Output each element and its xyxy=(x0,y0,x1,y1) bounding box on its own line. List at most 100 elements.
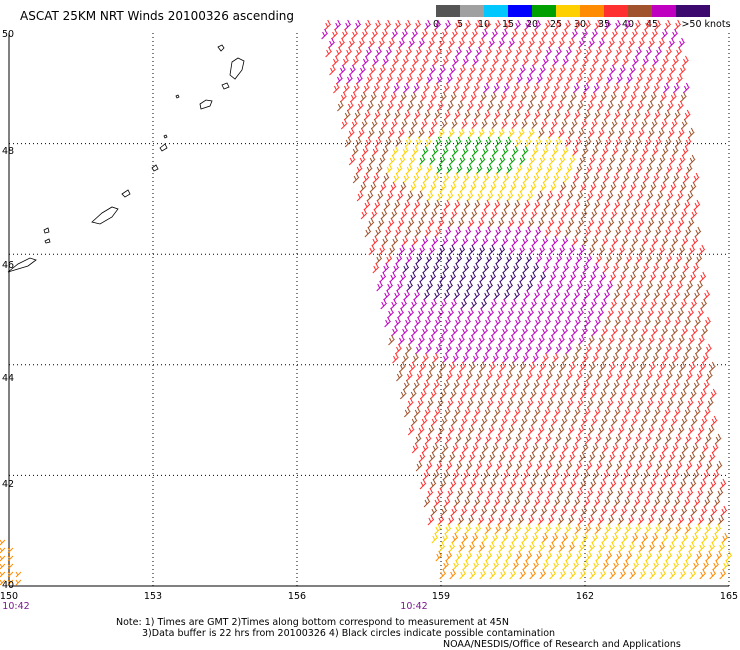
wind-barb xyxy=(337,100,344,112)
wind-barb xyxy=(498,451,506,463)
wind-barb xyxy=(684,523,692,535)
wind-barb xyxy=(507,217,515,229)
wind-barb xyxy=(662,262,670,274)
wind-barb xyxy=(669,361,676,373)
wind-barb xyxy=(435,253,443,265)
wind-barb xyxy=(563,379,570,391)
wind-barb xyxy=(631,235,639,247)
wind-barb xyxy=(717,514,725,526)
wind-barb xyxy=(521,28,528,40)
wind-barb xyxy=(672,559,680,571)
wind-barb xyxy=(674,136,682,148)
wind-barb xyxy=(473,496,481,508)
wind-barb xyxy=(464,136,472,148)
wind-barb xyxy=(373,199,381,211)
wind-barb xyxy=(448,244,456,256)
wind-barb xyxy=(574,316,581,328)
wind-barb xyxy=(572,352,579,364)
wind-barb xyxy=(423,109,431,121)
wind-barb xyxy=(564,523,572,535)
wind-barb xyxy=(546,397,554,409)
wind-barb xyxy=(550,91,557,103)
wind-barb xyxy=(543,199,551,211)
wind-barb xyxy=(616,190,624,202)
wind-barb xyxy=(426,280,434,292)
wind-barb xyxy=(650,91,657,103)
wind-barb xyxy=(471,442,479,454)
wind-barb xyxy=(621,532,629,544)
wind-barb xyxy=(669,64,676,76)
wind-barb xyxy=(654,523,662,535)
wind-barb xyxy=(409,361,416,373)
wind-barb xyxy=(595,46,602,58)
wind-barb xyxy=(453,496,461,508)
wind-barb xyxy=(610,505,618,517)
wind-barb xyxy=(617,424,625,436)
wind-barb xyxy=(692,172,700,184)
wind-barb xyxy=(453,406,461,418)
wind-barb xyxy=(648,334,655,346)
wind-barb xyxy=(439,181,447,193)
wind-barb xyxy=(668,154,676,166)
wind-barb xyxy=(479,361,486,373)
wind-barb xyxy=(469,478,477,490)
wind-barb xyxy=(518,541,526,553)
wind-barb xyxy=(611,532,619,544)
wind-barb xyxy=(474,226,482,238)
wind-barb xyxy=(538,451,546,463)
wind-barb xyxy=(469,361,476,373)
wind-barb xyxy=(656,190,664,202)
wind-barb xyxy=(451,325,458,337)
wind-barb xyxy=(445,460,453,472)
wind-barb xyxy=(637,100,644,112)
wind-barb xyxy=(601,28,608,40)
wind-barb xyxy=(533,496,541,508)
wind-barb xyxy=(523,82,530,94)
wind-barb xyxy=(447,424,455,436)
wind-barb xyxy=(402,262,410,274)
wind-barb xyxy=(586,487,594,499)
wind-barb xyxy=(527,424,535,436)
wind-barb xyxy=(687,127,695,139)
island xyxy=(229,57,245,80)
wind-barb xyxy=(389,271,397,283)
wind-barb xyxy=(587,100,594,112)
wind-barb xyxy=(377,127,385,139)
wind-barb xyxy=(495,343,502,355)
wind-barb xyxy=(448,451,456,463)
wind-barb xyxy=(665,343,672,355)
wind-barb xyxy=(634,136,642,148)
island xyxy=(163,134,168,139)
wind-barb xyxy=(425,460,433,472)
wind-barb xyxy=(674,226,682,238)
wind-barb xyxy=(471,532,479,544)
wind-barb xyxy=(408,334,415,346)
wind-barb xyxy=(630,118,638,130)
wind-barb xyxy=(351,145,359,157)
wind-barb xyxy=(391,325,398,337)
wind-barb xyxy=(366,73,373,85)
wind-barb xyxy=(519,271,527,283)
wind-barb xyxy=(362,172,370,184)
wind-barb xyxy=(536,487,544,499)
wind-barb xyxy=(712,559,720,571)
wind-barb xyxy=(484,523,492,535)
wind-barb xyxy=(653,199,661,211)
wind-barb xyxy=(520,298,528,310)
wind-barb xyxy=(497,307,504,319)
wind-barb xyxy=(568,334,575,346)
wind-barb xyxy=(643,406,651,418)
wind-barb xyxy=(543,496,551,508)
wind-barb xyxy=(554,19,562,31)
wind-barb xyxy=(701,325,708,337)
wind-barb xyxy=(383,109,391,121)
wind-barb xyxy=(529,64,536,76)
wind-barb xyxy=(474,136,482,148)
wind-barb xyxy=(599,568,607,580)
wind-barb xyxy=(511,145,519,157)
wind-barb xyxy=(525,460,533,472)
wind-barb xyxy=(421,442,429,454)
wind-barb xyxy=(479,181,487,193)
wind-barb xyxy=(465,343,472,355)
wind-barb xyxy=(407,127,415,139)
